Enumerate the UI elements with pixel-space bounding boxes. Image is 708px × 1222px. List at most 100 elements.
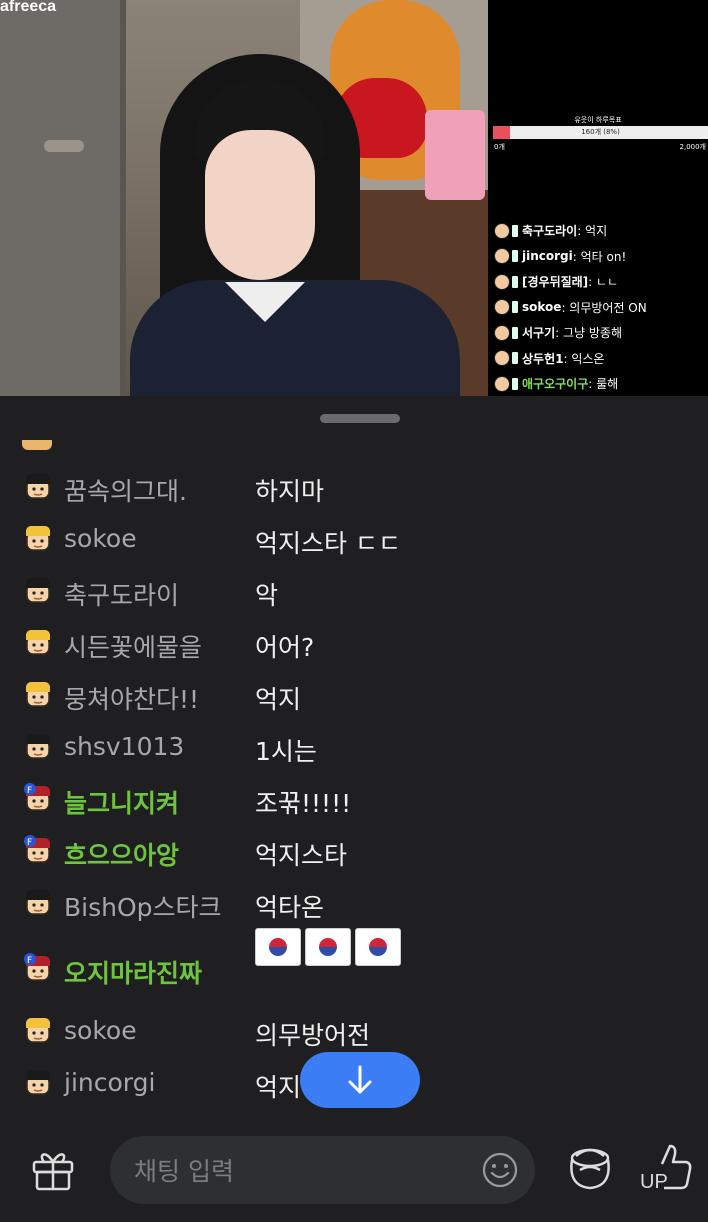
chat-input-bar: UP xyxy=(0,1112,708,1222)
chat-message-row[interactable]: 뭉쳐야찬다!! 억지 xyxy=(0,670,708,722)
goal-title: 유웃이 하루목표 xyxy=(574,116,622,124)
user-avatar-icon[interactable] xyxy=(22,886,54,918)
korea-flag-emoticon xyxy=(355,928,401,966)
overlay-msg: : 의무방어전 ON xyxy=(561,300,647,315)
korea-flag-emoticon xyxy=(255,928,301,966)
chat-nickname[interactable]: 시든꽃에물을 xyxy=(64,628,202,664)
drag-handle[interactable] xyxy=(320,414,400,423)
chat-message-row[interactable]: 시든꽃에물을 어어? xyxy=(0,618,708,670)
user-avatar-icon[interactable] xyxy=(22,470,54,502)
overlay-msg: : 그냥 방종해 xyxy=(555,326,622,341)
chat-nickname[interactable]: shsv1013 xyxy=(64,732,184,761)
chat-message-text: 의무방어전 xyxy=(255,1021,371,1050)
chat-input[interactable] xyxy=(132,1136,476,1206)
up-button[interactable]: UP xyxy=(638,1142,694,1196)
user-avatar-icon xyxy=(494,273,510,290)
goal-progress-bar: 160개 (8%) xyxy=(493,126,708,139)
user-avatar-icon[interactable]: F xyxy=(22,782,54,814)
overlay-chat-line: sokoe : 의무방어전 ON xyxy=(494,295,647,321)
chat-list[interactable]: 꿈속의그대. 하지마 sokoe 억지스타 ㄷㄷ 축구도라이 악시든꽃에물을 어어? 뭉쳐야찬… xyxy=(0,440,708,1112)
overlay-nick: [경우뒤질래] xyxy=(522,275,589,290)
arrow-down-icon xyxy=(348,1065,372,1094)
user-avatar-icon[interactable] xyxy=(22,574,54,606)
chat-message-text: 악 xyxy=(255,581,279,610)
overlay-msg: : 익스온 xyxy=(563,351,605,366)
overlay-msg: : 억타 on! xyxy=(572,249,627,264)
chat-message-row[interactable]: F 오지마라진짜 xyxy=(0,928,708,996)
chat-nickname[interactable]: 뭉쳐야찬다!! xyxy=(64,680,199,716)
user-avatar-icon[interactable] xyxy=(22,1014,54,1046)
chat-input-box[interactable] xyxy=(110,1136,535,1206)
user-avatar-icon[interactable] xyxy=(22,626,54,658)
user-avatar-icon[interactable] xyxy=(22,522,54,554)
chat-message-row[interactable]: shsv1013 1시는 xyxy=(0,722,708,774)
chat-message-row[interactable]: 꿈속의그대. 하지마 xyxy=(0,462,708,514)
overlay-nick: 상두헌1 xyxy=(522,351,564,366)
overlay-chat-line: 축구도라이 : 억지 xyxy=(494,218,647,244)
svg-text:F: F xyxy=(27,786,32,796)
chat-message-text: 억지스타 xyxy=(255,841,348,870)
user-avatar-icon xyxy=(494,248,510,265)
overlay-nick: 서구기 xyxy=(522,326,556,341)
overlay-chat-line: 상두헌1 : 익스온 xyxy=(494,346,647,372)
chat-nickname[interactable]: BishOp스타크 xyxy=(64,888,222,924)
user-avatar-icon[interactable] xyxy=(22,678,54,710)
chat-nickname[interactable]: 오지마라진짜 xyxy=(64,954,202,990)
stream-overlay: 유웃이 하루목표 160개 (8%) 0개 2,000개 축구도라이 : 억지 j… xyxy=(488,0,708,396)
user-avatar-icon xyxy=(494,222,510,239)
chat-nickname[interactable]: 꿈속의그대. xyxy=(64,472,187,508)
chat-nickname[interactable]: 늘그니지켜 xyxy=(64,784,179,820)
chat-message-text: 1시는 xyxy=(255,737,317,766)
partial-row xyxy=(22,440,422,450)
overlay-nick: 축구도라이 xyxy=(522,224,578,239)
chat-message-text: 조꾺!!!!! xyxy=(255,789,352,818)
user-avatar-icon xyxy=(494,375,510,392)
user-avatar-icon[interactable] xyxy=(22,730,54,762)
chat-nickname[interactable]: jincorgi xyxy=(64,1068,155,1097)
chat-message-row[interactable]: BishOp스타크 억타온 xyxy=(0,878,708,930)
chat-message-text: 어어? xyxy=(255,633,315,662)
chat-nickname[interactable]: sokoe xyxy=(64,524,137,553)
gift-button[interactable] xyxy=(30,1146,76,1196)
webcam-feed: afreeca xyxy=(0,0,488,396)
chat-message-row[interactable]: sokoe 의무방어전 xyxy=(0,1006,708,1058)
chat-message-text: 하지마 xyxy=(255,477,325,506)
korea-flag-emoticon xyxy=(305,928,351,966)
goal-min: 0개 xyxy=(494,143,505,151)
star-balloon-button[interactable] xyxy=(566,1142,614,1196)
overlay-msg: : ㄴㄴ xyxy=(588,275,619,290)
goal-max: 2,000개 xyxy=(679,143,706,151)
chat-message-text: 억타온 xyxy=(255,893,325,922)
scroll-to-bottom-button[interactable] xyxy=(300,1052,420,1108)
chat-nickname[interactable]: 흐으으아앙 xyxy=(64,836,179,872)
user-avatar-icon xyxy=(494,324,510,341)
video-player[interactable]: afreeca 유웃이 하루목표 160개 (8%) 0개 2,000개 축구도… xyxy=(0,0,708,396)
emoji-icon[interactable] xyxy=(482,1152,518,1188)
overlay-chat-line: [경우뒤질래] : ㄴㄴ xyxy=(494,269,647,295)
chat-message-row[interactable]: F 흐으으아앙 억지스타 xyxy=(0,826,708,878)
star-balloon-icon xyxy=(570,1148,610,1190)
overlay-chat-line: jincorgi : 억타 on! xyxy=(494,244,647,270)
gift-icon xyxy=(32,1153,74,1191)
badge-icon xyxy=(512,377,518,390)
chat-message-text: 억지 xyxy=(255,685,302,714)
user-avatar-icon xyxy=(494,350,510,367)
chat-message-text: 억지스타 ㄷㄷ xyxy=(255,529,401,558)
chat-message-row[interactable]: F 늘그니지켜 조꾺!!!!! xyxy=(0,774,708,826)
chat-message-text: 억지 xyxy=(255,1073,302,1102)
user-avatar-icon[interactable]: F xyxy=(22,834,54,866)
chat-message-row[interactable]: 축구도라이 악 xyxy=(0,566,708,618)
badge-icon xyxy=(512,301,518,314)
user-avatar-icon[interactable]: F xyxy=(22,952,54,984)
goal-progress-text: 160개 (8%) xyxy=(581,128,620,136)
chat-nickname[interactable]: sokoe xyxy=(64,1016,137,1045)
overlay-nick: sokoe xyxy=(522,300,562,315)
chat-message-row[interactable]: sokoe 억지스타 ㄷㄷ xyxy=(0,514,708,566)
overlay-nick: jincorgi xyxy=(522,249,573,264)
overlay-chat: 축구도라이 : 억지 jincorgi : 억타 on! [경우뒤질래] : ㄴㄴ s… xyxy=(494,218,647,396)
overlay-chat-line: 애구오구이구 : 룰해 xyxy=(494,371,647,396)
badge-icon xyxy=(512,224,518,237)
user-avatar-icon[interactable] xyxy=(22,1066,54,1098)
afreeca-logo: afreeca xyxy=(0,0,57,15)
chat-nickname[interactable]: 축구도라이 xyxy=(64,576,179,612)
